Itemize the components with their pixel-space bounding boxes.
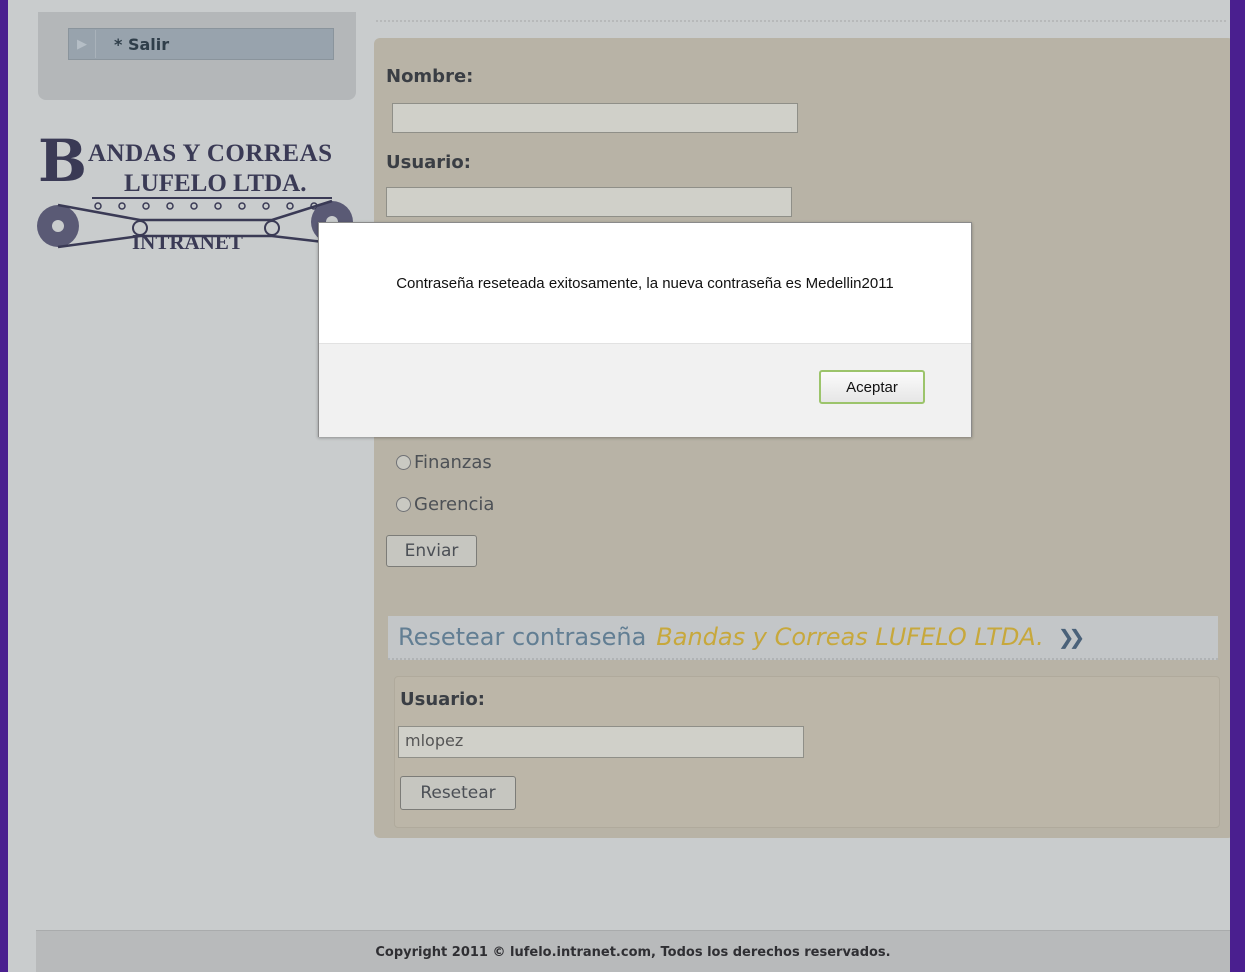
alert-dialog: Contraseña reseteada exitosamente, la nu…	[318, 222, 972, 437]
radio-gerencia[interactable]: Gerencia	[396, 494, 494, 515]
enviar-button[interactable]: Enviar	[386, 535, 477, 567]
reset-section-header: Resetear contraseña Bandas y Correas LUF…	[388, 616, 1218, 660]
nombre-input[interactable]	[392, 103, 798, 133]
logo-line3: INTRANET	[132, 230, 243, 254]
sidebar-item-label: * Salir	[114, 34, 170, 54]
company-logo: B ANDAS Y CORREAS LUFELO LTDA. INTRANET	[32, 127, 353, 260]
logo-line1: ANDAS Y CORREAS	[88, 140, 333, 167]
radio-finanzas[interactable]: Finanzas	[396, 452, 492, 473]
resetear-button[interactable]: Resetear	[400, 776, 516, 810]
play-arrow-icon: ▶	[69, 30, 96, 58]
dialog-message: Contraseña reseteada exitosamente, la nu…	[396, 274, 894, 292]
reset-title-company: Bandas y Correas LUFELO LTDA.	[656, 623, 1044, 651]
usuario-input[interactable]	[386, 187, 792, 217]
reset-usuario-input[interactable]: mlopez	[398, 726, 804, 758]
logo-line2: LUFELO LTDA.	[124, 170, 307, 197]
nombre-label: Nombre:	[386, 66, 474, 87]
radio-circle-icon[interactable]	[396, 455, 411, 470]
top-divider	[376, 20, 1226, 22]
radio-gerencia-label: Gerencia	[414, 494, 495, 515]
aceptar-button[interactable]: Aceptar	[819, 370, 925, 404]
double-chevron-icon: ❯❯	[1057, 625, 1085, 649]
radio-finanzas-label: Finanzas	[414, 452, 492, 473]
dialog-button-bar: Aceptar	[319, 343, 971, 437]
usuario-label: Usuario:	[386, 152, 471, 173]
radio-circle-icon[interactable]	[396, 497, 411, 512]
reset-usuario-label: Usuario:	[400, 689, 485, 710]
sidebar-item-salir[interactable]: ▶ * Salir	[68, 28, 334, 60]
reset-title: Resetear contraseña	[398, 623, 647, 651]
copyright-text: Copyright 2011 © lufelo.intranet.com, To…	[375, 944, 891, 960]
page-footer: Copyright 2011 © lufelo.intranet.com, To…	[36, 930, 1230, 972]
logo-initial: B	[38, 127, 88, 195]
page: ▶ * Salir B ANDAS Y CORREAS LUFELO LTDA.…	[8, 0, 1230, 972]
